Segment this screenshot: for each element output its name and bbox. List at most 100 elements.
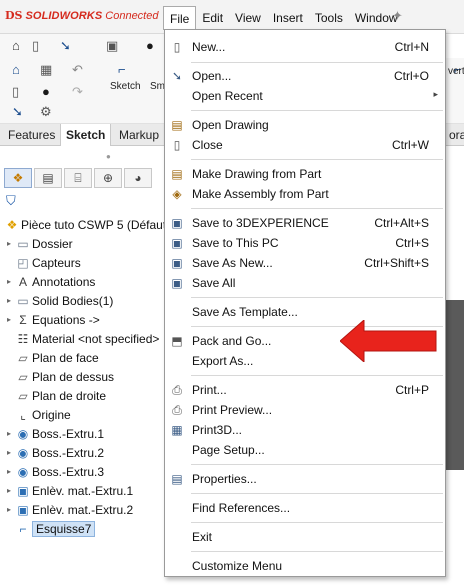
new-document-icon[interactable]: ▯ <box>32 38 39 54</box>
tree-item[interactable]: ▸ ◉ Boss.-Extru.1 <box>4 424 104 443</box>
tree-item[interactable]: ▱ Plan de droite <box>4 386 106 405</box>
sketch-icon: ⌐ <box>19 521 27 536</box>
tree-item[interactable]: ▱ Plan de face <box>4 348 98 367</box>
tree-item[interactable]: ▱ Plan de dessus <box>4 367 114 386</box>
menu-item-print-preview[interactable]: ⎙ Print Preview... <box>165 400 445 420</box>
menu-item-page-setup[interactable]: Page Setup... <box>165 440 445 460</box>
undo-icon[interactable]: ↶ <box>72 62 83 78</box>
expand-icon[interactable]: ▸ <box>4 467 14 476</box>
properties-icon: ▤ <box>171 472 183 486</box>
expand-icon[interactable]: ▸ <box>4 429 14 438</box>
tree-item-label: Plan de droite <box>32 388 107 403</box>
feature-tree-tab-icon[interactable]: ❖ <box>4 168 32 188</box>
tab-features[interactable]: Features <box>3 124 60 146</box>
tree-item[interactable]: ⌞ Origine <box>4 405 71 424</box>
menu-item-exit[interactable]: Exit <box>165 527 445 547</box>
home-icon[interactable]: ⌂ <box>12 38 20 54</box>
smart-dimension-label[interactable]: Sm <box>150 81 165 92</box>
gear-icon[interactable]: ⚙ <box>40 104 52 120</box>
menu-tools[interactable]: Tools <box>309 6 349 30</box>
menu-item-customize-menu[interactable]: Customize Menu <box>165 556 445 576</box>
sketch-tool-label[interactable]: Sketch <box>110 81 141 92</box>
menu-item-save-as-template[interactable]: Save As Template... <box>165 302 445 322</box>
convert-tool-label[interactable]: vert <box>448 66 464 77</box>
tree-item-label: Annotations <box>32 274 96 289</box>
part-icon: ❖ <box>6 217 18 232</box>
tree-item[interactable]: ☷ Material <not specified> <box>4 329 160 348</box>
tree-item[interactable]: ▸ ▣ Enlèv. mat.-Extru.1 <box>4 481 133 500</box>
tree-item[interactable]: ▸ Σ Equations -> <box>4 310 100 329</box>
expand-icon[interactable]: ▸ <box>4 315 14 324</box>
document-icon[interactable]: ▯ <box>12 84 19 100</box>
plane-icon: ▱ <box>18 388 28 403</box>
panel-grip-icon[interactable]: ● <box>106 152 111 161</box>
menu-item-save-this-pc[interactable]: ▣ Save to This PC Ctrl+S <box>165 233 445 253</box>
save-icon[interactable]: ▣ <box>106 38 118 54</box>
menu-item-close[interactable]: ▯ Close Ctrl+W <box>165 135 445 155</box>
menu-insert[interactable]: Insert <box>267 6 309 30</box>
drawing-icon: ▤ <box>171 118 183 132</box>
tree-item[interactable]: ▸ ◉ Boss.-Extru.3 <box>4 462 104 481</box>
home-icon-secondary[interactable]: ⌂ <box>12 62 20 78</box>
tree-item[interactable]: ▸ ▭ Solid Bodies(1) <box>4 291 113 310</box>
tree-item[interactable]: ▸ ▭ Dossier <box>4 234 73 253</box>
traffic-light-icon[interactable]: ● <box>146 38 154 54</box>
expand-icon[interactable]: ▸ <box>4 296 14 305</box>
pin-icon[interactable]: ✦ <box>392 8 403 24</box>
tree-item-label: Material <not specified> <box>32 331 160 346</box>
filter-icon[interactable]: ⛉ <box>6 193 16 209</box>
select-arrow-icon[interactable]: ➘ <box>12 104 23 120</box>
expand-icon[interactable]: ▸ <box>4 486 14 495</box>
tab-cut-off[interactable]: ora <box>444 124 464 146</box>
expand-icon[interactable]: ▸ <box>4 448 14 457</box>
new-document-icon: ▯ <box>173 40 181 54</box>
menu-separator <box>191 62 443 63</box>
property-manager-tab-icon[interactable]: ▤ <box>34 168 62 188</box>
print-preview-icon: ⎙ <box>172 403 182 417</box>
menu-item-save-all[interactable]: ▣ Save All <box>165 273 445 293</box>
menu-separator <box>191 493 443 494</box>
menu-item-make-drawing[interactable]: ▤ Make Drawing from Part <box>165 164 445 184</box>
tree-item[interactable]: ◰ Capteurs <box>4 253 80 272</box>
menu-item-open-drawing[interactable]: ▤ Open Drawing <box>165 115 445 135</box>
rebuild-light-icon[interactable]: ● <box>42 84 50 100</box>
expand-icon[interactable]: ▸ <box>4 239 14 248</box>
menu-item-print[interactable]: ⎙ Print... Ctrl+P <box>165 380 445 400</box>
tree-item-label: Boss.-Extru.1 <box>32 426 105 441</box>
display-manager-tab-icon[interactable]: ◕ <box>124 168 152 188</box>
brand-name: SOLIDWORKS <box>25 9 103 22</box>
menu-item-open[interactable]: ➘ Open... Ctrl+O <box>165 66 445 86</box>
menu-item-new[interactable]: ▯ New... Ctrl+N <box>165 37 445 57</box>
make-drawing-icon: ▤ <box>171 167 183 181</box>
tab-markup[interactable]: Markup <box>114 124 164 146</box>
menu-separator <box>191 375 443 376</box>
configuration-tab-icon[interactable]: ⌸ <box>64 168 92 188</box>
tree-item-label: Solid Bodies(1) <box>32 293 114 308</box>
menu-item-save-as-new[interactable]: ▣ Save As New... Ctrl+Shift+S <box>165 253 445 273</box>
tree-root[interactable]: ❖ Pièce tuto CSWP 5 (Défaut) <box>3 215 171 234</box>
expand-icon[interactable]: ▸ <box>4 505 14 514</box>
grid-icon[interactable]: ▦ <box>40 62 52 78</box>
tree-item[interactable]: ▸ A Annotations <box>4 272 95 291</box>
menu-item-save-3dexperience[interactable]: ▣ Save to 3DEXPERIENCE Ctrl+Alt+S <box>165 213 445 233</box>
menu-view[interactable]: View <box>229 6 267 30</box>
menu-edit[interactable]: Edit <box>196 6 229 30</box>
tree-root-label: Pièce tuto CSWP 5 (Défaut) <box>21 217 171 232</box>
menu-item-open-recent[interactable]: Open Recent ▸ <box>165 86 445 106</box>
tree-item[interactable]: ▸ ▣ Enlèv. mat.-Extru.2 <box>4 500 133 519</box>
menu-item-make-assembly[interactable]: ◈ Make Assembly from Part <box>165 184 445 204</box>
tab-sketch[interactable]: Sketch <box>60 124 112 146</box>
tree-item[interactable]: ▸ ◉ Boss.-Extru.2 <box>4 443 104 462</box>
menu-item-find-references[interactable]: Find References... <box>165 498 445 518</box>
redo-icon[interactable]: ↷ <box>72 84 83 100</box>
open-arrow-icon[interactable]: ➘ <box>60 38 71 54</box>
tree-item-label: Equations -> <box>32 312 100 327</box>
tree-item-selected[interactable]: ⌐ Esquisse7 <box>4 519 96 538</box>
menu-item-properties[interactable]: ▤ Properties... <box>165 469 445 489</box>
menu-item-print3d[interactable]: ▦ Print3D... <box>165 420 445 440</box>
expand-icon[interactable]: ▸ <box>4 277 14 286</box>
menu-file[interactable]: File <box>163 6 197 30</box>
sketch-icon[interactable]: ⌐ <box>118 62 126 78</box>
dimxpert-tab-icon[interactable]: ⊕ <box>94 168 122 188</box>
origin-icon: ⌞ <box>20 407 26 422</box>
